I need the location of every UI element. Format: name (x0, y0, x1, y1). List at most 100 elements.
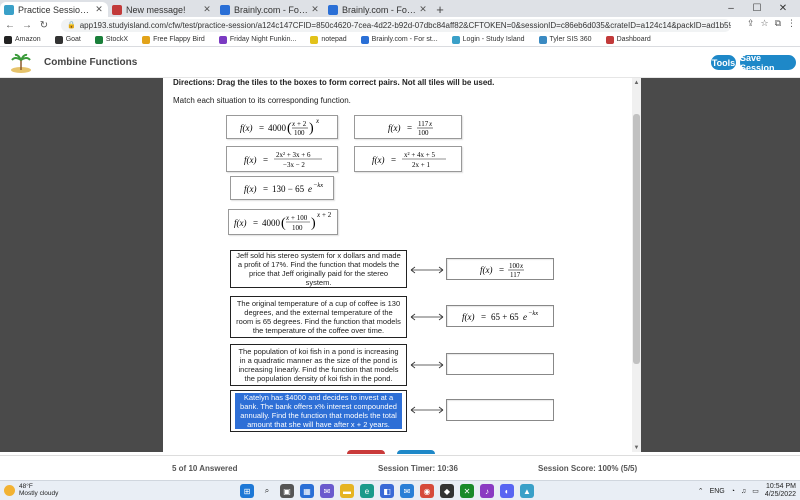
browser-tab-brainly-1[interactable]: Brainly.com - For students. By st ✕ (216, 2, 324, 17)
reload-icon[interactable]: ↻ (37, 18, 51, 32)
windows-start-icon[interactable]: ⊞ (240, 484, 254, 498)
clock[interactable]: 10:54 PM 4/25/2022 (765, 483, 796, 499)
drop-target-3[interactable] (446, 353, 554, 375)
menu-dots-icon[interactable]: ⋮ (787, 18, 796, 29)
situation-text: Jeff sold his stereo system for x dollar… (236, 251, 401, 287)
roblox-icon[interactable]: ◆ (440, 484, 454, 498)
chrome-icon[interactable]: ◉ (420, 484, 434, 498)
clock-date: 4/25/2022 (764, 491, 796, 498)
volume-icon[interactable]: ♫ (741, 488, 746, 495)
svg-text:100: 100 (509, 262, 520, 270)
svg-text:e: e (523, 312, 527, 322)
share-icon[interactable]: ⇪ (747, 18, 755, 29)
directions-text: Directions: Drag the tiles to the boxes … (173, 78, 495, 87)
close-tab-icon[interactable]: ✕ (94, 4, 104, 15)
bookmark-tyler-sis[interactable]: Tyler SIS 360 (538, 35, 592, 44)
battery-icon[interactable]: ▭ (752, 487, 759, 495)
svg-text:x: x (291, 120, 296, 128)
svg-text:x: x (428, 120, 433, 128)
scroll-up-arrow-icon[interactable]: ▲ (632, 78, 641, 87)
panel-scrollbar[interactable]: ▲ ▼ (632, 78, 641, 452)
url-field[interactable]: 🔒 app193.studyisland.com/cfw/test/practi… (61, 18, 731, 32)
svg-text:=: = (481, 312, 486, 322)
situation-koi-fish: The population of koi fish in a pond is … (230, 344, 407, 386)
browser-tab-practice-session[interactable]: Practice Session - Combine Func ✕ (0, 2, 108, 17)
new-tab-button[interactable]: + (432, 2, 448, 17)
edge-icon[interactable]: e (360, 484, 374, 498)
bookmark-stockx[interactable]: StockX (94, 35, 128, 44)
close-tab-icon[interactable]: ✕ (418, 4, 428, 15)
situation-text: The population of koi fish in a pond is … (238, 347, 399, 383)
session-score: Session Score: 100% (5/5) (538, 463, 638, 473)
wifi-icon[interactable]: ◔ (731, 488, 735, 495)
double-arrow-icon (410, 266, 444, 274)
brainly-favicon-icon (328, 4, 338, 15)
close-tab-icon[interactable]: ✕ (202, 4, 212, 15)
save-session-button[interactable]: Save Session (740, 53, 796, 73)
close-tab-icon[interactable]: ✕ (310, 4, 320, 15)
weather-widget[interactable]: 48°F Mostly cloudy (4, 483, 58, 497)
tile-130-minus-65e[interactable]: f(x) = 130 − 65 e −kx (230, 176, 334, 200)
browser-tab-brainly-2[interactable]: Brainly.com - For students. By st ✕ (324, 2, 432, 17)
minimize-icon[interactable]: – (720, 0, 742, 17)
tile-formula: f(x) = 4000 ( x + 100 100 ) x + 2 (234, 211, 332, 232)
back-arrow-icon[interactable]: ← (3, 18, 17, 32)
browser-tab-new-message[interactable]: New message! ✕ (108, 2, 216, 17)
bookmark-goat[interactable]: Goat (54, 35, 81, 44)
address-actions: ⇪ ☆ ⧉ ⋮ (747, 18, 796, 29)
tile-4000-power-x[interactable]: f(x) = 4000 ( x + 2 100 ) x (226, 115, 338, 139)
tile-rational-quadratic[interactable]: f(x) = 2x² + 3x + 6 −3x − 2 (226, 146, 338, 172)
task-view-icon[interactable]: ▣ (280, 484, 294, 498)
teams-chat-icon[interactable]: ✉ (320, 484, 334, 498)
partially-hidden-blue-button[interactable] (397, 450, 435, 454)
flappy-bird-icon (142, 35, 151, 44)
app-header: Combine Functions Tools Save Session (0, 48, 800, 78)
xbox-icon[interactable]: ✕ (460, 484, 474, 498)
bookmark-study-island[interactable]: Login - Study Island (451, 35, 525, 44)
drop-target-4[interactable] (446, 399, 554, 421)
star-icon[interactable]: ☆ (760, 18, 768, 29)
close-window-icon[interactable]: ✕ (772, 0, 794, 17)
svg-text:=: = (253, 218, 258, 228)
tools-button[interactable]: Tools (711, 55, 736, 70)
drop-target-1[interactable]: f(x) = 100 x 117 (446, 258, 554, 280)
svg-text:): ) (311, 216, 316, 231)
discord-icon[interactable]: ◐ (500, 484, 514, 498)
bookmark-label: Login - Study Island (462, 36, 525, 43)
extensions-icon[interactable]: ⧉ (775, 18, 781, 29)
maximize-icon[interactable]: ☐ (746, 0, 768, 17)
bookmark-dashboard[interactable]: Dashboard (605, 35, 651, 44)
file-explorer-icon[interactable]: ▬ (340, 484, 354, 498)
tile-4000-power-x-plus-2[interactable]: f(x) = 4000 ( x + 100 100 ) x + 2 (228, 209, 338, 235)
scroll-down-arrow-icon[interactable]: ▼ (632, 443, 641, 452)
svg-text:100: 100 (292, 224, 303, 232)
search-icon[interactable]: ⌕ (260, 484, 274, 498)
question-panel: Directions: Drag the tiles to the boxes … (163, 78, 641, 452)
tab-title: Practice Session - Combine Func (18, 4, 94, 15)
partially-hidden-red-button[interactable] (347, 450, 385, 454)
bookmark-flappy-bird[interactable]: Free Flappy Bird (142, 35, 205, 44)
widgets-icon[interactable]: ▦ (300, 484, 314, 498)
photos-icon[interactable]: ▲ (520, 484, 534, 498)
language-indicator[interactable]: ENG (710, 488, 725, 495)
scroll-thumb[interactable] (633, 114, 640, 364)
bookmarks-bar: Amazon Goat StockX Free Flappy Bird Frid… (0, 33, 800, 47)
tray-chevron-icon[interactable]: ⌃ (698, 487, 704, 495)
svg-text:=: = (499, 265, 504, 275)
app-icon[interactable]: ♪ (480, 484, 494, 498)
tile-117x-over-100[interactable]: f(x) = 117 x 100 (354, 115, 462, 139)
forward-arrow-icon[interactable]: → (20, 18, 34, 32)
mail-icon[interactable]: ✉ (400, 484, 414, 498)
bookmark-notepad[interactable]: notepad (310, 35, 347, 44)
drop-target-2[interactable]: f(x) = 65 + 65 e −kx (446, 305, 554, 327)
bookmark-brainly[interactable]: Brainly.com - For st... (360, 35, 438, 44)
dashboard-icon (605, 35, 614, 44)
svg-text:+ 100: + 100 (291, 214, 308, 222)
bookmark-fnf[interactable]: Friday Night Funkin... (218, 35, 296, 44)
bookmark-amazon[interactable]: Amazon (4, 35, 41, 44)
tile-x2-4x-5-over-2x-1[interactable]: f(x) = x² + 4x + 5 2x + 1 (354, 146, 462, 172)
svg-text:2x² + 3x + 6: 2x² + 3x + 6 (276, 151, 311, 159)
store-icon[interactable]: ◧ (380, 484, 394, 498)
study-island-icon (451, 35, 460, 44)
svg-text:+ 2: + 2 (297, 120, 307, 128)
